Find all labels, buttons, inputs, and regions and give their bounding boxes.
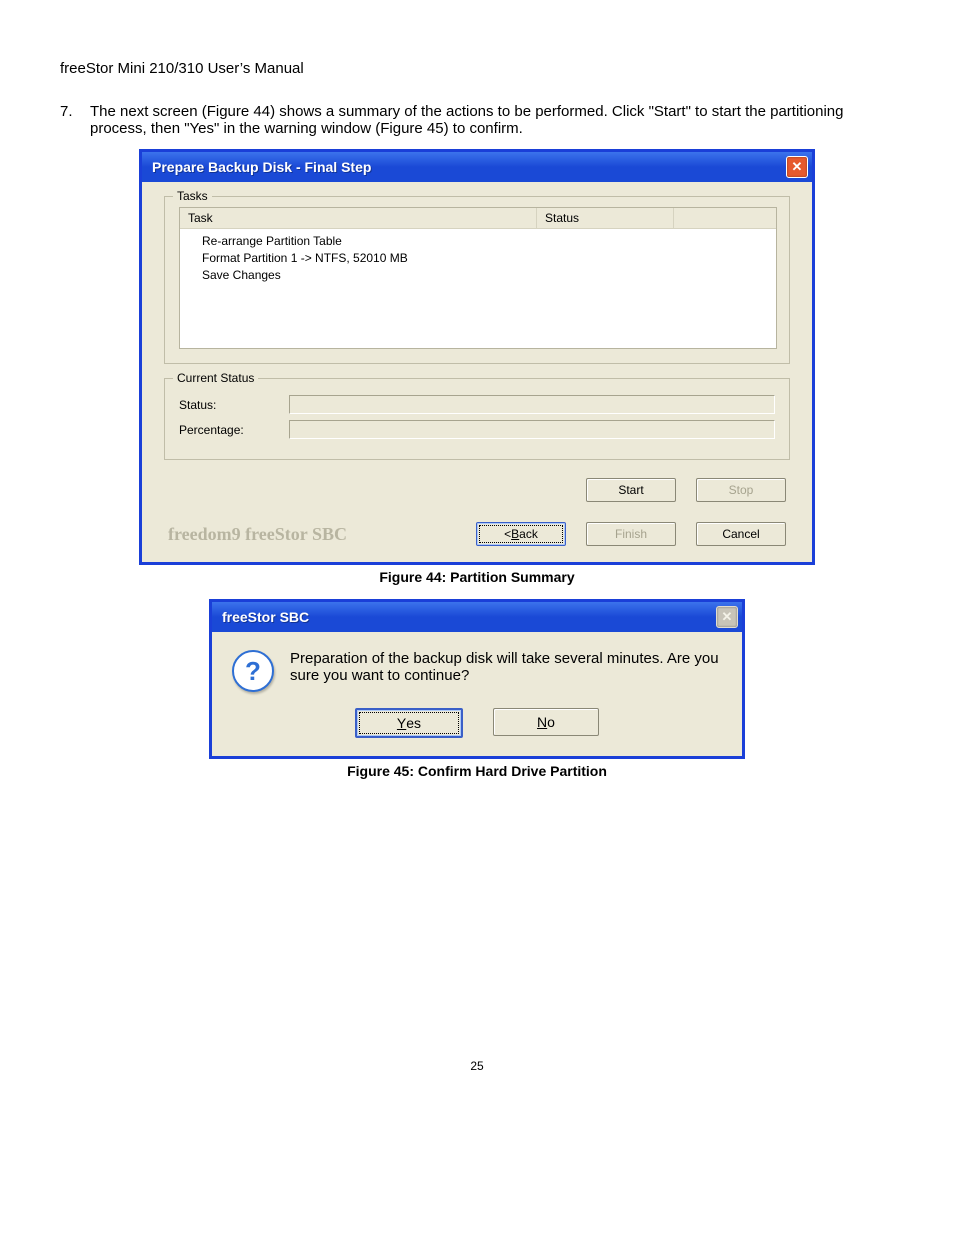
status-label: Status: bbox=[179, 398, 289, 412]
message-body: ? Preparation of the backup disk will ta… bbox=[212, 632, 742, 702]
yes-mnemonic: Y bbox=[397, 715, 406, 731]
close-icon: ✕ bbox=[716, 606, 738, 628]
tasks-header-row: Task Status bbox=[180, 208, 776, 229]
no-mnemonic: N bbox=[537, 714, 547, 730]
cancel-button[interactable]: Cancel bbox=[696, 522, 786, 546]
brand-label: freedom9 freeStor SBC bbox=[168, 524, 456, 545]
yes-suffix: es bbox=[406, 715, 421, 731]
status-row: Status: bbox=[179, 395, 775, 414]
back-suffix: ack bbox=[519, 527, 538, 541]
col-task-header[interactable]: Task bbox=[180, 208, 537, 228]
dialog-button-row: Yes No bbox=[212, 702, 742, 756]
no-button[interactable]: No bbox=[493, 708, 599, 736]
figure-45-caption: Figure 45: Confirm Hard Drive Partition bbox=[60, 763, 894, 779]
percentage-label: Percentage: bbox=[179, 423, 289, 437]
start-button[interactable]: Start bbox=[586, 478, 676, 502]
figure-44-caption: Figure 44: Partition Summary bbox=[60, 569, 894, 585]
stop-button: Stop bbox=[696, 478, 786, 502]
titlebar[interactable]: freeStor SBC ✕ bbox=[212, 602, 742, 632]
nav-button-row: freedom9 freeStor SBC < Back Finish Canc… bbox=[164, 516, 790, 546]
question-icon: ? bbox=[232, 650, 274, 692]
finish-button: Finish bbox=[586, 522, 676, 546]
message-text: Preparation of the backup disk will take… bbox=[290, 650, 722, 692]
window-title: Prepare Backup Disk - Final Step bbox=[152, 159, 371, 175]
percentage-value bbox=[289, 420, 775, 439]
percentage-row: Percentage: bbox=[179, 420, 775, 439]
confirm-dialog: freeStor SBC ✕ ? Preparation of the back… bbox=[209, 599, 745, 759]
tasks-table: Task Status Re-arrange Partition Table F… bbox=[179, 207, 777, 349]
start-stop-row: Start Stop bbox=[164, 474, 790, 516]
back-button[interactable]: < Back bbox=[476, 522, 566, 546]
window-title: freeStor SBC bbox=[222, 609, 309, 625]
window-body: Tasks Task Status Re-arrange Partition T… bbox=[142, 182, 812, 562]
partition-summary-window: Prepare Backup Disk - Final Step ✕ Tasks… bbox=[139, 149, 815, 565]
status-value bbox=[289, 395, 775, 414]
col-status-header[interactable]: Status bbox=[537, 208, 674, 228]
doc-header: freeStor Mini 210/310 User’s Manual bbox=[60, 60, 894, 77]
titlebar[interactable]: Prepare Backup Disk - Final Step ✕ bbox=[142, 152, 812, 182]
tasks-rows: Re-arrange Partition Table Format Partit… bbox=[180, 229, 776, 284]
col-spacer bbox=[674, 208, 776, 228]
tasks-groupbox: Tasks Task Status Re-arrange Partition T… bbox=[164, 196, 790, 364]
document-page: freeStor Mini 210/310 User’s Manual 7. T… bbox=[0, 0, 954, 1113]
table-row[interactable]: Re-arrange Partition Table bbox=[202, 233, 776, 250]
yes-button[interactable]: Yes bbox=[355, 708, 463, 738]
table-row[interactable]: Save Changes bbox=[202, 267, 776, 284]
instruction-step: 7. The next screen (Figure 44) shows a s… bbox=[60, 103, 894, 137]
back-mnemonic: B bbox=[511, 527, 519, 541]
current-status-title: Current Status bbox=[173, 371, 258, 385]
close-icon[interactable]: ✕ bbox=[786, 156, 808, 178]
step-text: The next screen (Figure 44) shows a summ… bbox=[90, 103, 894, 137]
back-prefix: < bbox=[504, 527, 511, 541]
table-row[interactable]: Format Partition 1 -> NTFS, 52010 MB bbox=[202, 250, 776, 267]
page-number: 25 bbox=[60, 1059, 894, 1073]
tasks-group-title: Tasks bbox=[173, 189, 212, 203]
no-suffix: o bbox=[547, 714, 555, 730]
step-number: 7. bbox=[60, 103, 90, 137]
current-status-groupbox: Current Status Status: Percentage: bbox=[164, 378, 790, 460]
